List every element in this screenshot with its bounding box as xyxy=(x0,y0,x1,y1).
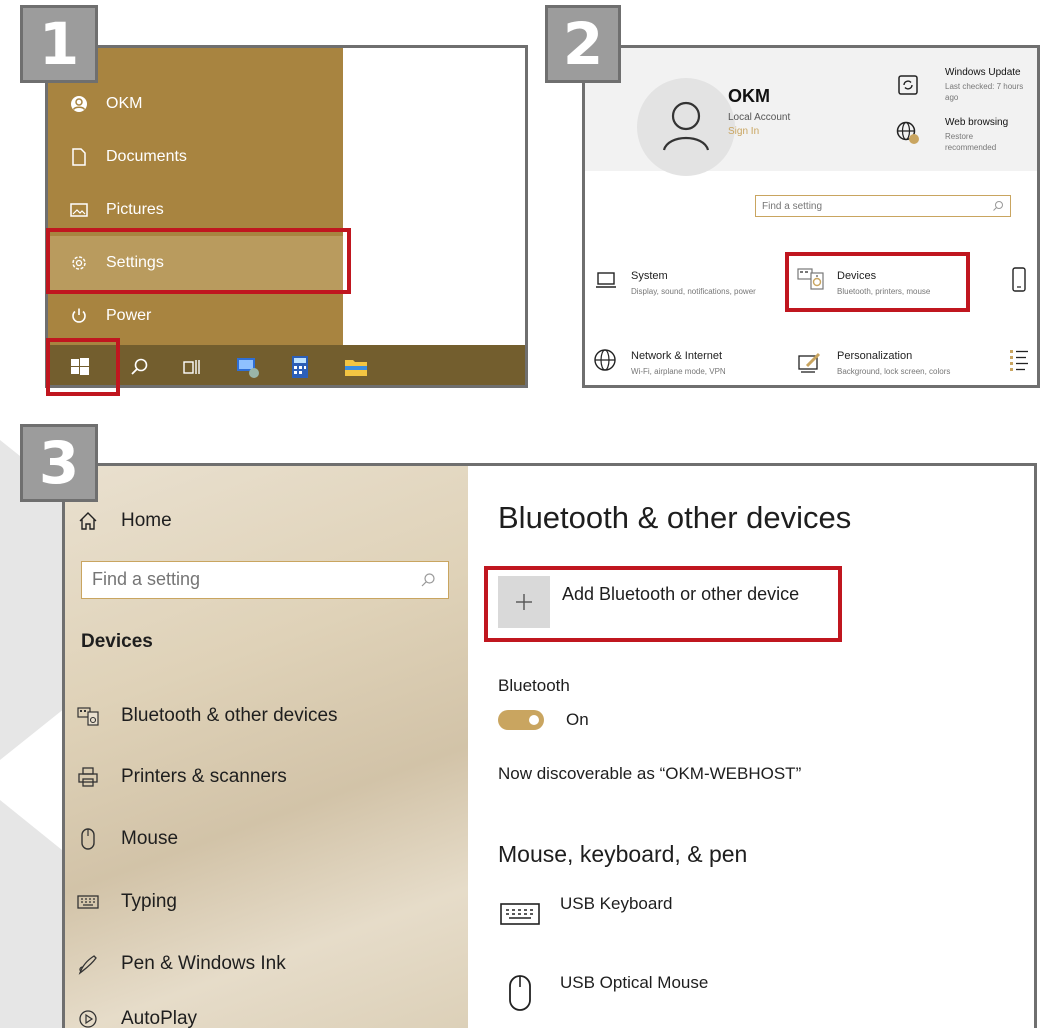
sign-in-link[interactable]: Sign In xyxy=(728,126,759,137)
personalization-icon[interactable] xyxy=(797,350,823,379)
network-globe-icon[interactable] xyxy=(593,348,617,377)
start-button-highlight xyxy=(46,338,120,396)
system-icon[interactable] xyxy=(595,270,617,295)
sidebar-item-mouse[interactable]: Mouse xyxy=(75,826,178,852)
page-title: Bluetooth & other devices xyxy=(498,500,852,535)
mouse-icon xyxy=(75,826,101,852)
sidebar-item-home[interactable]: Home xyxy=(75,508,172,534)
bluetooth-state: On xyxy=(566,710,589,729)
sidebar-search-input[interactable] xyxy=(92,569,392,590)
sidebar-item-typing[interactable]: Typing xyxy=(75,889,177,915)
category-network-title[interactable]: Network & Internet xyxy=(631,350,722,362)
sidebar-item-label: Bluetooth & other devices xyxy=(121,705,338,726)
sidebar-item-label: Printers & scanners xyxy=(121,766,287,787)
step-badge-1: 1 xyxy=(20,5,98,83)
toggle-knob xyxy=(529,715,539,725)
pictures-icon xyxy=(68,199,90,221)
sidebar-item-autoplay[interactable]: AutoPlay xyxy=(75,1006,197,1028)
step-badge-3: 3 xyxy=(20,424,98,502)
phone-icon[interactable] xyxy=(1011,267,1027,298)
account-type: Local Account xyxy=(728,112,791,123)
power-icon xyxy=(68,305,90,327)
document-icon xyxy=(68,146,90,168)
search-icon xyxy=(993,201,1003,211)
sidebar-search-box[interactable] xyxy=(81,561,449,599)
bluetooth-toggle[interactable] xyxy=(498,710,544,730)
file-explorer-icon[interactable] xyxy=(344,355,368,379)
calculator-icon[interactable] xyxy=(288,355,312,379)
bluetooth-devices-icon xyxy=(75,703,101,729)
start-menu-item-documents[interactable]: Documents xyxy=(68,139,187,175)
account-name: OKM xyxy=(728,86,770,106)
windows-update-title[interactable]: Windows Update xyxy=(945,67,1021,78)
keyboard-icon xyxy=(500,902,540,931)
discoverable-text: Now discoverable as “OKM-WEBHOST” xyxy=(498,764,802,783)
sidebar-section-title: Devices xyxy=(81,631,153,652)
settings-search-box[interactable] xyxy=(755,195,1011,217)
start-menu-item-label: Documents xyxy=(106,148,187,165)
sidebar-item-label: Home xyxy=(121,510,172,531)
keyboard-icon xyxy=(75,889,101,915)
web-browsing-title[interactable]: Web browsing xyxy=(945,117,1008,128)
devices-highlight xyxy=(785,252,970,312)
start-menu-item-pictures[interactable]: Pictures xyxy=(68,192,164,228)
sidebar-item-label: AutoPlay xyxy=(121,1008,198,1028)
home-icon xyxy=(75,508,101,534)
sidebar-item-label: Mouse xyxy=(121,828,179,849)
taskbar xyxy=(48,345,525,385)
avatar xyxy=(637,78,735,176)
start-menu-item-label: Power xyxy=(106,307,152,324)
bluetooth-label: Bluetooth xyxy=(498,676,570,695)
user-icon xyxy=(68,93,90,115)
search-icon[interactable] xyxy=(128,355,152,379)
start-menu-item-label: Pictures xyxy=(106,201,164,218)
category-network-subtitle: Wi-Fi, airplane mode, VPN xyxy=(631,367,726,376)
mouse-icon xyxy=(508,974,532,1017)
sidebar-item-label: Typing xyxy=(121,891,177,912)
step-badge-2: 2 xyxy=(545,5,621,83)
autoplay-icon xyxy=(75,1006,101,1028)
windows-update-subtitle: Last checked: 7 hours ago xyxy=(945,82,1024,102)
network-app-icon[interactable] xyxy=(236,355,260,379)
sidebar-item-pen[interactable]: Pen & Windows Ink xyxy=(75,951,286,977)
sidebar-item-printers[interactable]: Printers & scanners xyxy=(75,764,287,790)
task-view-icon[interactable] xyxy=(180,355,204,379)
start-menu: OKM Documents Pictures Settings Power xyxy=(48,48,343,345)
printer-icon xyxy=(75,764,101,790)
web-browsing-icon[interactable] xyxy=(895,120,921,151)
settings-sidebar: Home Devices Bluetooth & other devices P… xyxy=(65,466,468,1028)
sidebar-item-label: Pen & Windows Ink xyxy=(121,953,286,974)
device-usb-optical-mouse[interactable]: USB Optical Mouse xyxy=(560,973,708,993)
sidebar-item-bluetooth[interactable]: Bluetooth & other devices xyxy=(75,703,338,729)
settings-search-input[interactable] xyxy=(762,201,982,212)
main-content: Bluetooth & other devices Add Bluetooth … xyxy=(468,466,1034,1028)
start-menu-item-label: OKM xyxy=(106,95,143,112)
step-2-settings-home-panel: OKM Local Account Sign In Windows Update… xyxy=(582,45,1040,388)
start-menu-item-user[interactable]: OKM xyxy=(68,86,142,122)
search-icon xyxy=(421,573,435,587)
web-browsing-subtitle: Restore recommended xyxy=(945,132,997,152)
add-device-highlight xyxy=(484,566,842,642)
windows-update-icon[interactable] xyxy=(897,74,919,101)
category-personalization-subtitle: Background, lock screen, colors xyxy=(837,367,951,376)
start-menu-item-power[interactable]: Power xyxy=(68,298,151,334)
step-1-start-menu-panel: OKM Documents Pictures Settings Power xyxy=(45,45,528,388)
apps-list-icon[interactable] xyxy=(1009,348,1029,377)
category-system-subtitle: Display, sound, notifications, power xyxy=(631,287,756,296)
category-system-title[interactable]: System xyxy=(631,270,668,282)
category-personalization-title[interactable]: Personalization xyxy=(837,350,912,362)
device-usb-keyboard[interactable]: USB Keyboard xyxy=(560,894,672,914)
peripherals-heading: Mouse, keyboard, & pen xyxy=(498,841,748,867)
settings-highlight xyxy=(46,228,351,294)
pen-icon xyxy=(75,951,101,977)
step-3-devices-settings-panel: Home Devices Bluetooth & other devices P… xyxy=(62,463,1037,1028)
